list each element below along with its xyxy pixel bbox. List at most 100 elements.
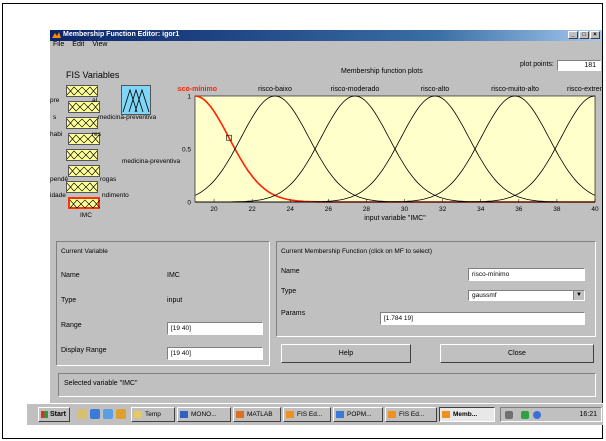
fis-input-variable-box[interactable] [68,197,100,209]
x-tick-label: 38 [553,206,561,213]
mf-type-value: gaussmf [472,292,497,299]
mf-label[interactable]: risco-muito-alto [491,86,539,93]
output-variable-label: medicina-preventiva [122,158,181,165]
x-tick-label: 20 [210,206,218,213]
title-bar[interactable]: Membership Function Editor: igor1 _ □ × [50,30,602,41]
current-mf-group: Current Membership Function (click on MF… [276,241,596,337]
x-tick-label: 36 [515,206,523,213]
mf-params-input[interactable]: [1.784 19] [380,312,585,325]
range-input[interactable]: [19 40] [167,322,263,335]
mf-type-select[interactable]: gaussmf ▼ [468,290,585,301]
close-button[interactable]: Close [440,344,594,363]
fis-input-variable-box[interactable] [68,165,100,177]
current-variable-header: Current Variable [61,248,108,255]
globe-icon[interactable] [533,411,541,419]
output-mf-icon [122,88,150,113]
x-tick-label: 40 [591,206,599,213]
input-mf-icon [67,86,97,96]
menu-file[interactable]: File [53,41,64,50]
display-range-input[interactable]: [19 40] [167,347,263,360]
fis-input-variable-box[interactable] [66,85,98,97]
mf-editor-window: Membership Function Editor: igor1 _ □ × … [50,30,602,403]
matlab-logo-icon [52,32,61,38]
y-tick-label: 1 [187,94,191,101]
fis-variable-label: habi [50,131,63,138]
fis-input-variable-box[interactable] [66,181,98,193]
fis-input-variable-box[interactable] [66,149,98,161]
plot-points-input[interactable]: 181 [557,60,601,71]
media-icon[interactable] [116,409,126,419]
mf-name-label: Name [281,268,300,275]
fis-variable-label: pendê [50,176,69,183]
fis-variable-label: pre [50,97,60,104]
task-membership-editor[interactable]: Memb... [439,407,495,422]
matlab-fig-icon [388,411,396,418]
minimize-button[interactable]: _ [568,31,578,39]
task-mono[interactable]: MONO... [177,407,231,422]
plot-title: Membership function plots [341,68,423,75]
system-tray: 16:21 [500,407,602,422]
fis-variable-label: rogas [100,176,117,183]
windows-logo-icon [41,411,48,418]
input-mf-icon [67,118,97,128]
input-mf-icon [67,150,97,160]
top-panel: FIS Variables pre al s medicina-preventiva h… [50,50,602,238]
ie-icon[interactable] [90,409,100,419]
start-button[interactable]: Start [38,407,70,422]
mf-params-label: Params [281,310,306,317]
x-tick-label: 24 [287,206,295,213]
mf-label[interactable]: risco-alto [421,86,450,93]
task-temp[interactable]: Temp [131,407,175,422]
mf-label[interactable]: risco-baixo [258,86,292,93]
input-mf-icon [67,182,97,192]
taskbar: Start Temp MONO... MATLAB FIS Ed... POPM… [27,403,603,425]
mf-label[interactable]: risco-moderado [331,86,380,93]
mf-name-input[interactable]: risco-mínimo [468,268,585,281]
close-window-button[interactable]: × [590,31,600,39]
x-tick-label: 30 [401,206,409,213]
fis-variables-title: FIS Variables [66,70,120,80]
speaker-icon[interactable] [505,411,513,419]
fis-variable-label: ndimento [102,192,129,199]
output-variable-box[interactable] [121,85,151,115]
matlab-fig-icon [286,411,294,418]
fis-input-variable-box[interactable] [66,117,98,129]
folder-icon [134,411,142,418]
membership-function-plot[interactable]: risco-mínimo risco-baixo risco-moderado ris… [177,79,602,227]
matlab-fig-icon [442,411,450,418]
matlab-icon [236,411,244,418]
show-desktop-icon[interactable] [77,409,87,419]
y-tick-label: 0 [187,200,191,207]
network-icon[interactable] [521,411,529,419]
task-popm[interactable]: POPM... [333,407,383,422]
task-matlab[interactable]: MATLAB [233,407,281,422]
cv-range-label: Range [61,322,82,329]
input-mf-icon [69,166,99,176]
dropdown-arrow-icon[interactable]: ▼ [573,291,584,300]
mf-label[interactable]: risco-mínimo [177,86,217,93]
task-fis-editor-1[interactable]: FIS Ed... [283,407,331,422]
cv-type-value: input [167,297,183,304]
lower-panel: Current Variable Name IMC Type input Ran… [50,238,602,403]
clock: 16:21 [579,411,597,418]
outlook-icon[interactable] [103,409,113,419]
status-bar: Selected variable "IMC" [58,373,596,397]
word-icon [180,411,188,418]
plot-points-label: plot points: [520,61,554,68]
fis-variable-label: res [92,131,102,138]
x-tick-label: 22 [249,206,257,213]
maximize-button[interactable]: □ [579,31,589,39]
task-fis-editor-2[interactable]: FIS Ed... [385,407,437,422]
x-tick-label: 32 [439,206,447,213]
y-tick-label: 0.5 [182,147,191,154]
x-tick-label: 26 [325,206,333,213]
help-button[interactable]: Help [281,344,411,363]
mf-type-label: Type [281,288,297,295]
menu-view[interactable]: View [92,41,107,50]
ie-page-icon [336,411,344,418]
current-variable-group: Current Variable Name IMC Type input Ran… [56,241,270,366]
menu-edit[interactable]: Edit [72,41,84,50]
cv-name-label: Name [61,272,80,279]
mf-label[interactable]: risco-extremamen [567,86,602,93]
status-text: Selected variable "IMC" [64,380,138,387]
